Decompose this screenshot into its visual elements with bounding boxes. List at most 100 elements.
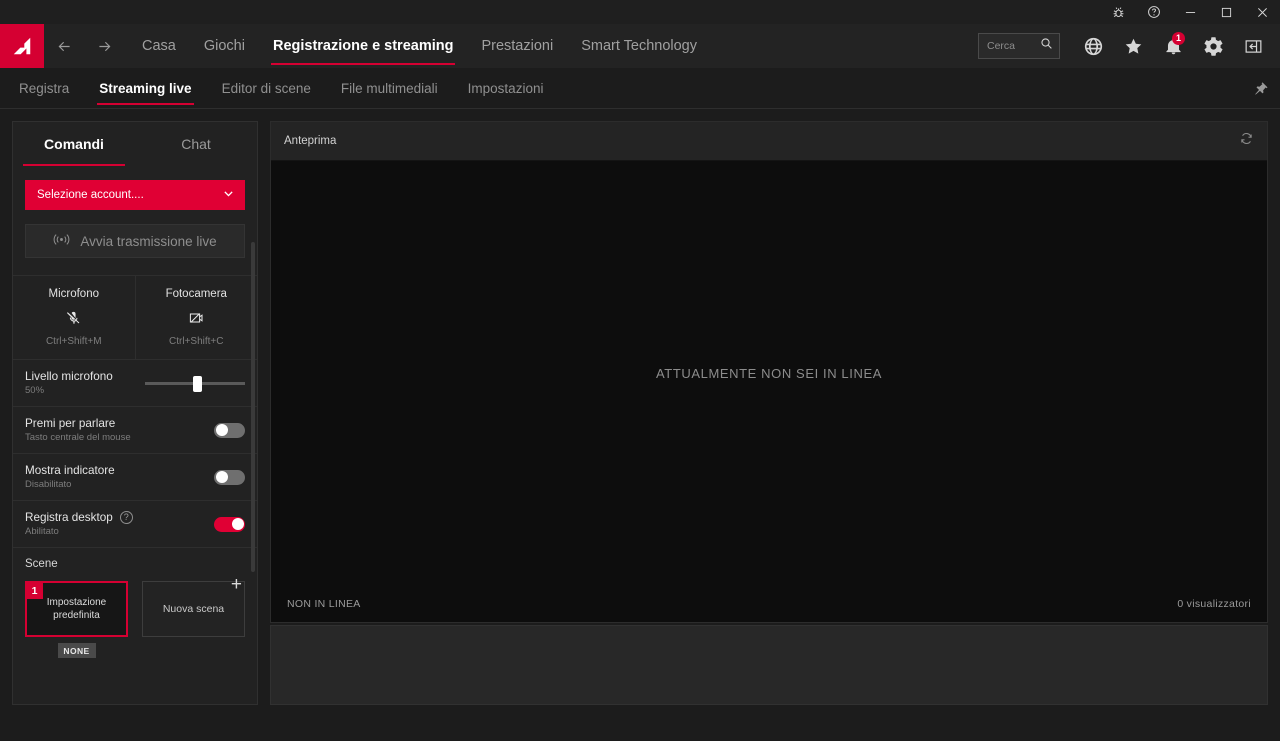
- amd-logo-icon[interactable]: [0, 24, 44, 68]
- maximize-button[interactable]: [1208, 0, 1244, 24]
- controls-panel: Comandi Chat Selezione account....: [12, 121, 258, 705]
- panel-scroll-area: Selezione account....: [13, 166, 257, 704]
- toggle-knob: [216, 424, 228, 436]
- show-indicator-toggle[interactable]: [214, 470, 245, 485]
- tab-registra[interactable]: Registra: [4, 68, 84, 108]
- microphone-label: Microfono: [49, 288, 100, 300]
- toggle-knob: [216, 471, 228, 483]
- start-live-broadcast-label: Avvia trasmissione live: [80, 234, 216, 249]
- minimize-button[interactable]: [1172, 0, 1208, 24]
- camera-shortcut: Ctrl+Shift+C: [169, 336, 223, 347]
- offline-message: ATTUALMENTE NON SEI IN LINEA: [656, 366, 882, 381]
- mic-level-value: 50%: [25, 385, 113, 396]
- microphone-shortcut: Ctrl+Shift+M: [46, 336, 102, 347]
- help-icon[interactable]: [1136, 0, 1172, 24]
- pin-icon[interactable]: [1240, 68, 1280, 108]
- show-indicator-title: Mostra indicatore: [25, 464, 115, 477]
- search-placeholder: Cerca: [987, 40, 1015, 52]
- record-desktop-labels: Registra desktop ? Abilitato: [25, 511, 133, 537]
- start-live-broadcast-button[interactable]: Avvia trasmissione live: [25, 224, 245, 258]
- notification-badge: 1: [1172, 32, 1185, 45]
- scene-list: 1 Impostazione predefinita NONE + Nuova …: [25, 581, 245, 658]
- record-desktop-title: Registra desktop ?: [25, 511, 133, 524]
- mic-level-slider[interactable]: [145, 376, 245, 390]
- account-select-label: Selezione account....: [37, 189, 144, 201]
- help-icon[interactable]: ?: [120, 511, 133, 524]
- preview-column: Anteprima ATTUALMENTE NON SEI IN LINEA N…: [270, 121, 1268, 705]
- search-icon: [1040, 37, 1053, 55]
- nav-item-registrazione-e-streaming[interactable]: Registrazione e streaming: [259, 24, 468, 68]
- push-to-talk-toggle[interactable]: [214, 423, 245, 438]
- close-button[interactable]: [1244, 0, 1280, 24]
- account-select-button[interactable]: Selezione account....: [25, 180, 245, 210]
- record-desktop-label: Registra desktop: [25, 511, 113, 524]
- slider-thumb[interactable]: [193, 376, 202, 392]
- camera-label: Fotocamera: [166, 288, 227, 300]
- nav-item-prestazioni[interactable]: Prestazioni: [467, 24, 567, 68]
- panel-tabs: Comandi Chat: [13, 122, 257, 166]
- scene-number-badge: 1: [26, 582, 43, 599]
- preview-panel: Anteprima ATTUALMENTE NON SEI IN LINEA N…: [270, 121, 1268, 623]
- device-toggles: Microfono Ctrl+Shift+M Fotocamera: [13, 275, 257, 360]
- plus-icon: +: [231, 575, 242, 594]
- push-to-talk-sub: Tasto centrale del mouse: [25, 432, 131, 443]
- nav-item-giochi[interactable]: Giochi: [190, 24, 259, 68]
- search-input[interactable]: Cerca: [978, 33, 1060, 59]
- scene-item-wrapper: 1 Impostazione predefinita NONE: [25, 581, 128, 658]
- toggle-sidebar-icon[interactable]: [1234, 24, 1272, 68]
- forward-arrow-icon[interactable]: [84, 24, 124, 68]
- scene-card-default[interactable]: 1 Impostazione predefinita: [25, 581, 128, 637]
- microphone-muted-icon: [65, 309, 82, 327]
- nav-item-casa[interactable]: Casa: [128, 24, 190, 68]
- back-arrow-icon[interactable]: [44, 24, 84, 68]
- tab-streaming-live[interactable]: Streaming live: [84, 68, 206, 108]
- bug-report-icon[interactable]: [1100, 0, 1136, 24]
- preview-header: Anteprima: [271, 122, 1267, 161]
- main-navigation: Casa Giochi Registrazione e streaming Pr…: [0, 24, 1280, 68]
- mic-level-labels: Livello microfono 50%: [25, 370, 113, 396]
- push-to-talk-labels: Premi per parlare Tasto centrale del mou…: [25, 417, 131, 443]
- scene-card-label: Impostazione predefinita: [33, 596, 120, 622]
- favorites-star-icon[interactable]: [1114, 24, 1152, 68]
- push-to-talk-title: Premi per parlare: [25, 417, 131, 430]
- panel-tab-comandi[interactable]: Comandi: [13, 122, 135, 166]
- globe-icon[interactable]: [1074, 24, 1112, 68]
- panel-scrollbar[interactable]: [251, 242, 255, 572]
- tab-impostazioni[interactable]: Impostazioni: [453, 68, 559, 108]
- lower-panel: [270, 625, 1268, 705]
- chevron-down-icon: [222, 187, 235, 203]
- scene-section: Scene 1 Impostazione predefinita NONE + …: [13, 548, 257, 658]
- nav-item-smart-technology[interactable]: Smart Technology: [567, 24, 711, 68]
- notifications-bell-icon[interactable]: 1: [1154, 24, 1192, 68]
- new-scene-label: Nuova scena: [163, 603, 224, 615]
- new-scene-button[interactable]: + Nuova scena: [142, 581, 245, 637]
- radeon-software-window: Casa Giochi Registrazione e streaming Pr…: [0, 0, 1280, 741]
- tab-editor-di-scene[interactable]: Editor di scene: [207, 68, 326, 108]
- camera-off-icon: [188, 309, 204, 327]
- mic-level-title: Livello microfono: [25, 370, 113, 383]
- sub-navigation: Registra Streaming live Editor di scene …: [0, 68, 1280, 109]
- title-bar: [0, 0, 1280, 24]
- stream-status: NON IN LINEA: [287, 598, 361, 610]
- show-indicator-labels: Mostra indicatore Disabilitato: [25, 464, 115, 490]
- preview-body: ATTUALMENTE NON SEI IN LINEA: [271, 161, 1267, 586]
- refresh-icon[interactable]: [1239, 131, 1254, 151]
- preview-title: Anteprima: [284, 135, 336, 147]
- viewer-count: 0 visualizzatori: [1177, 598, 1251, 610]
- tab-file-multimediali[interactable]: File multimediali: [326, 68, 453, 108]
- page-body: Comandi Chat Selezione account....: [0, 109, 1280, 741]
- microphone-toggle[interactable]: Microfono Ctrl+Shift+M: [13, 276, 135, 359]
- scene-section-title: Scene: [25, 558, 245, 570]
- main-nav-items: Casa Giochi Registrazione e streaming Pr…: [128, 24, 711, 68]
- push-to-talk-row: Premi per parlare Tasto centrale del mou…: [13, 407, 257, 454]
- preview-footer: NON IN LINEA 0 visualizzatori: [271, 586, 1267, 622]
- record-desktop-toggle[interactable]: [214, 517, 245, 532]
- settings-gear-icon[interactable]: [1194, 24, 1232, 68]
- camera-toggle[interactable]: Fotocamera Ctrl+Shift+C: [135, 276, 258, 359]
- record-desktop-row: Registra desktop ? Abilitato: [13, 501, 257, 548]
- panel-tab-chat[interactable]: Chat: [135, 122, 257, 166]
- main-nav-actions: Cerca 1: [978, 24, 1280, 68]
- record-desktop-sub: Abilitato: [25, 526, 133, 537]
- show-indicator-row: Mostra indicatore Disabilitato: [13, 454, 257, 501]
- show-indicator-sub: Disabilitato: [25, 479, 115, 490]
